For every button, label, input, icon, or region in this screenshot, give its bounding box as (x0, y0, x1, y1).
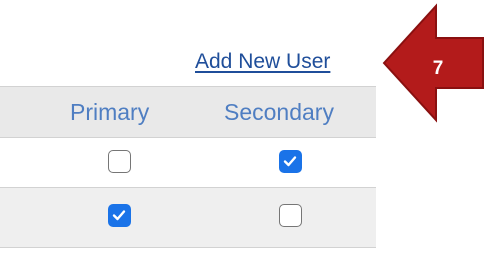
primary-checkbox[interactable] (108, 150, 131, 173)
add-new-user-link[interactable]: Add New User (195, 50, 330, 74)
checkmark-icon (112, 210, 126, 221)
secondary-checkbox[interactable] (279, 204, 302, 227)
column-header-secondary: Secondary (224, 99, 334, 125)
user-role-table: Primary Secondary (0, 86, 376, 258)
table-header-row: Primary Secondary (0, 86, 376, 138)
table-row (0, 188, 376, 248)
checkmark-icon (283, 156, 297, 167)
page: Add New User Primary Secondary 7 (0, 0, 489, 258)
column-header-primary: Primary (70, 99, 150, 125)
primary-checkbox[interactable] (108, 204, 131, 227)
secondary-checkbox[interactable] (279, 150, 302, 173)
table-row (0, 138, 376, 188)
callout-step-number: 7 (432, 58, 444, 79)
